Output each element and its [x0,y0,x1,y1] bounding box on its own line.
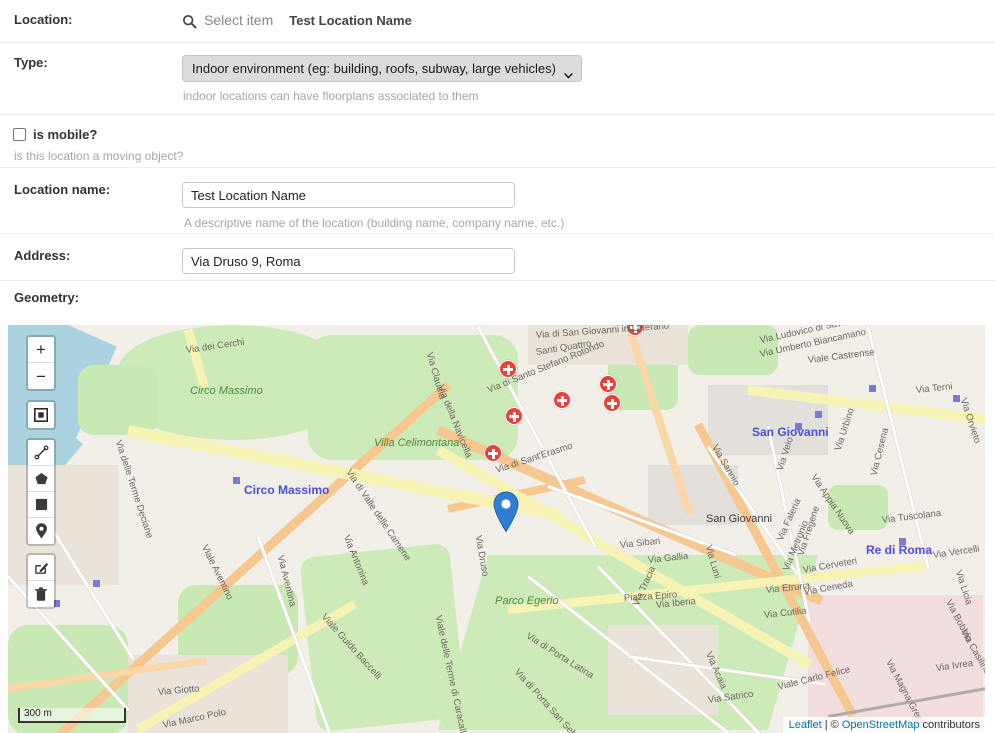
metro-station-marker [899,538,906,545]
metro-station-marker [233,477,240,484]
leaflet-link[interactable]: Leaflet [789,719,822,731]
search-icon [182,14,197,29]
map-draw-toolbar[interactable] [26,438,56,546]
map-green-area [78,365,158,435]
address-input[interactable] [182,248,515,274]
metro-station-marker [93,580,100,587]
map-urban-block-caserma [808,595,983,730]
metro-station-marker [815,411,822,418]
map-park-celimontana [308,335,518,460]
map-scale-label: 300 m [24,708,52,719]
location-name-help-text: A descriptive name of the location (buil… [184,216,565,230]
geometry-map[interactable]: Circo Massimo Villa Celimontana Parco Eg… [8,325,985,733]
hospital-marker[interactable] [505,407,523,425]
type-help-text: indoor locations can have floorplans ass… [183,89,479,103]
hospital-marker[interactable] [484,444,502,462]
draw-polyline-button[interactable] [28,440,54,466]
is-mobile-checkbox[interactable] [13,128,26,141]
hospital-marker[interactable] [553,391,571,409]
map-urban-block [8,465,118,585]
is-mobile-help-text: is this location a moving object? [14,149,184,163]
map-canvas[interactable]: Circo Massimo Villa Celimontana Parco Eg… [8,325,985,733]
is-mobile-label: is mobile? [33,127,98,142]
hospital-marker[interactable] [603,394,621,412]
map-scale-bar: 300 m [18,708,126,723]
map-green-area [688,325,778,375]
type-label: Type: [14,55,48,70]
map-attribution: Leaflet | © OpenStreetMap contributors [782,717,985,733]
select-item-link[interactable]: Select item [204,12,273,28]
map-fullscreen-control[interactable] [26,400,56,430]
location-name-input[interactable] [182,182,515,208]
edit-layers-button[interactable] [28,555,54,581]
form-row-geometry: Geometry: [0,281,995,307]
location-label: Location: [14,12,73,27]
type-select[interactable]: Indoor environment (eg: building, roofs,… [182,55,582,82]
map-park-caracalla [299,542,467,733]
draw-polygon-button[interactable] [28,466,54,492]
form-row-address: Address: [0,234,995,281]
attribution-separator: | © [821,719,842,731]
form-row-location: Location: Select item Test Location Name [0,0,995,43]
form-row-is-mobile: is mobile? is this location a moving obj… [0,115,995,168]
map-urban-block [608,625,718,715]
openstreetmap-link[interactable]: OpenStreetMap [842,719,920,731]
hospital-marker[interactable] [599,375,617,393]
metro-station-marker [953,395,960,402]
map-edit-toolbar[interactable] [26,553,56,609]
location-pin-marker[interactable] [493,491,519,533]
zoom-in-button[interactable]: + [28,337,54,363]
form-row-location-name: Location name: A descriptive name of the… [0,168,995,234]
zoom-out-button[interactable]: − [28,363,54,389]
delete-layers-button[interactable] [28,581,54,607]
location-name-label: Location name: [14,182,111,197]
draw-rectangle-button[interactable] [28,492,54,518]
metro-station-marker [869,385,876,392]
location-selected-value: Test Location Name [289,12,412,28]
map-urban-block [528,325,688,365]
address-label: Address: [14,248,71,263]
map-zoom-control[interactable]: + − [26,335,56,391]
attribution-suffix: contributors [919,719,980,731]
geometry-label: Geometry: [14,290,80,305]
draw-marker-button[interactable] [28,518,54,544]
form-row-type: Type: Indoor environment (eg: building, … [0,43,995,115]
metro-station-marker [795,423,802,430]
map-green-area [828,485,888,530]
hospital-marker[interactable] [499,360,517,378]
fullscreen-button[interactable] [28,402,54,428]
